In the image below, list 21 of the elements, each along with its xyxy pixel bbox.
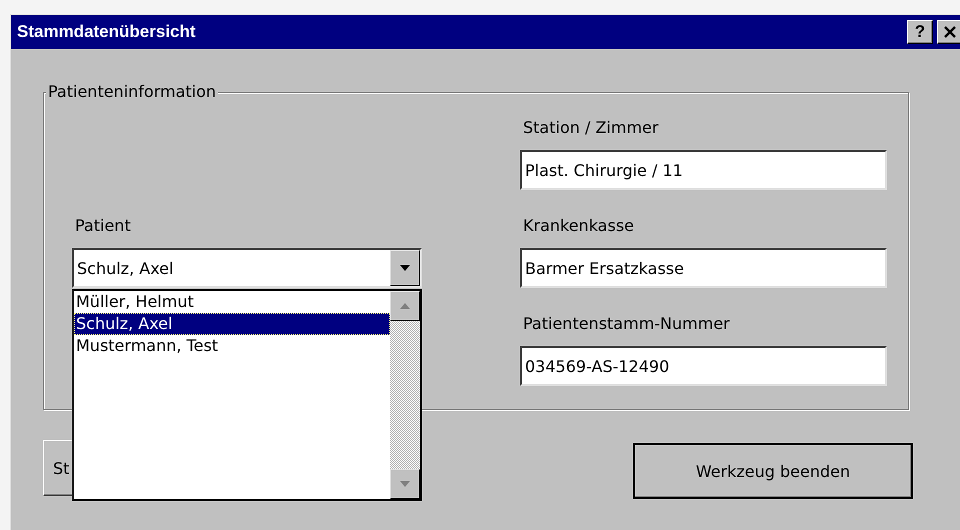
- up-arrow-icon: [400, 303, 410, 309]
- text-field[interactable]: Plast. Chirurgie / 11: [520, 150, 887, 190]
- caret-icon: [400, 265, 410, 271]
- close-icon: [944, 26, 956, 38]
- scroll-down-button[interactable]: [390, 469, 420, 499]
- field-label: Patient: [75, 215, 132, 237]
- field-label: Krankenkasse: [523, 215, 635, 237]
- dropdown-button[interactable]: [390, 250, 420, 286]
- text-field[interactable]: Barmer Ersatzkasse: [520, 248, 887, 288]
- scroll-up-button[interactable]: [390, 291, 420, 321]
- text-field[interactable]: 034569-AS-12490: [520, 346, 887, 386]
- close-button[interactable]: [937, 20, 960, 44]
- action-button[interactable]: Werkzeug beenden: [633, 443, 913, 499]
- field-label: Patientenstamm-Nummer: [523, 313, 731, 335]
- down-arrow-icon: [400, 481, 410, 487]
- scroll-bar[interactable]: [390, 291, 420, 499]
- patient-dropdown[interactable]: Schulz, Axel: [72, 248, 422, 288]
- list-item[interactable]: Schulz, Axel: [74, 313, 390, 335]
- help-button[interactable]: ?: [907, 20, 933, 44]
- field-label: Station / Zimmer: [523, 117, 660, 139]
- window-title: Stammdatenübersicht: [17, 22, 197, 42]
